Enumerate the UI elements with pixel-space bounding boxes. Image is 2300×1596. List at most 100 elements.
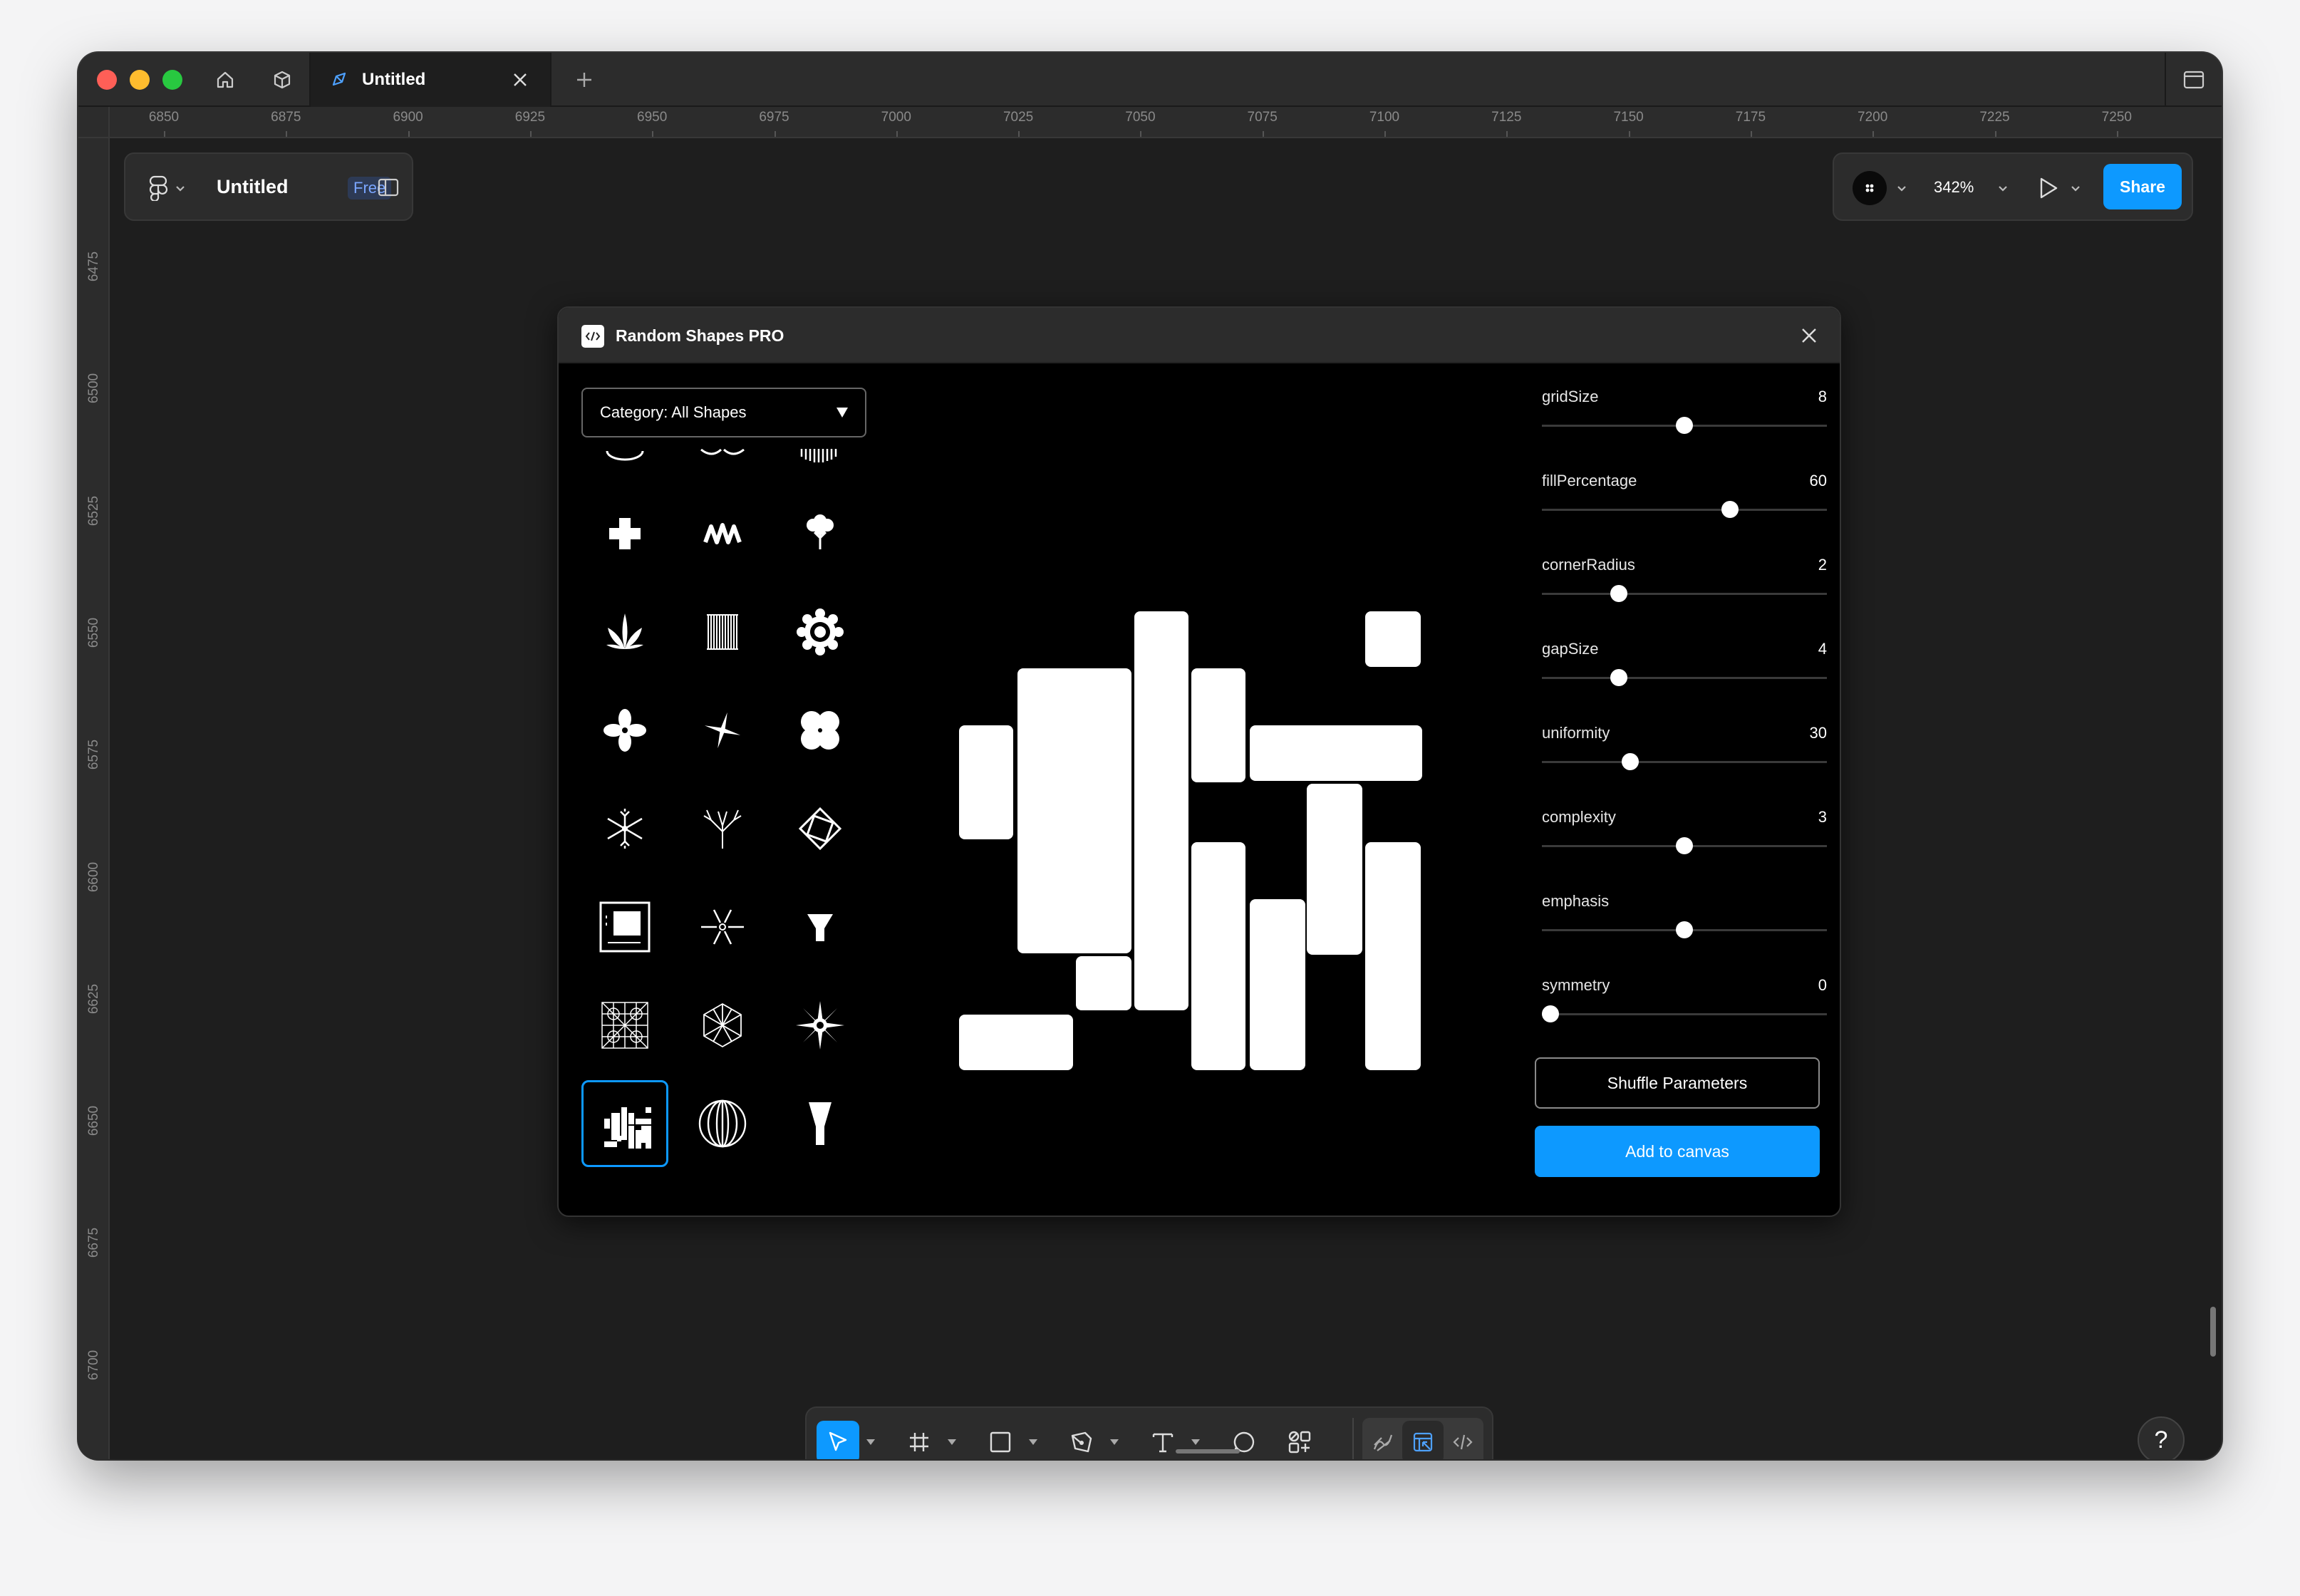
zoom-window-button[interactable] <box>162 70 182 90</box>
chevron-down-icon[interactable] <box>1191 1439 1200 1445</box>
sidebar-toggle-icon[interactable] <box>2165 53 2222 107</box>
cube-icon[interactable] <box>268 66 296 94</box>
gallery-item[interactable] <box>777 449 864 486</box>
preview-block <box>1017 668 1131 953</box>
help-button[interactable]: ? <box>2138 1416 2185 1459</box>
cross-icon[interactable] <box>581 490 668 577</box>
file-name[interactable]: Untitled <box>217 176 289 198</box>
burst-icon[interactable] <box>679 884 766 970</box>
param-value-uniformity: 30 <box>1809 724 1827 742</box>
param-label-gridSize: gridSize <box>1542 388 1599 405</box>
chevron-down-icon[interactable] <box>175 185 185 192</box>
chevron-down-icon[interactable] <box>866 1439 875 1445</box>
sphere-icon[interactable] <box>679 1080 766 1167</box>
design-file-icon <box>332 72 346 86</box>
hash-icon <box>910 1433 928 1451</box>
cube-outline-icon[interactable] <box>777 785 864 872</box>
leaf-icon[interactable] <box>581 589 668 675</box>
shuffle-parameters-button[interactable]: Shuffle Parameters <box>1535 1057 1820 1109</box>
share-button[interactable]: Share <box>2103 164 2182 209</box>
funnel-icon[interactable] <box>777 884 864 970</box>
param-slider-uniformity[interactable] <box>1542 761 1827 763</box>
ruler-x-label: 7125 <box>1491 110 1522 125</box>
home-icon[interactable] <box>211 66 239 94</box>
gallery-item[interactable] <box>679 449 766 486</box>
code-icon <box>581 325 604 348</box>
stripes-icon[interactable] <box>679 589 766 675</box>
param-slider-gapSize[interactable] <box>1542 677 1827 679</box>
param-slider-fillPercentage[interactable] <box>1542 509 1827 511</box>
move-tool[interactable] <box>817 1421 859 1459</box>
category-select[interactable]: Category: All Shapes <box>581 388 866 437</box>
preview-block <box>1191 668 1245 782</box>
flower-icon[interactable] <box>581 687 668 774</box>
draw-mode[interactable] <box>1362 1421 1404 1459</box>
ruler-x-label: 7225 <box>1979 110 2010 125</box>
gallery-item[interactable] <box>581 449 668 486</box>
ruler-tick <box>1750 131 1752 137</box>
param-label-complexity: complexity <box>1542 808 1616 826</box>
vertical-scrollbar[interactable] <box>2210 1307 2216 1357</box>
frame-tool[interactable] <box>898 1421 941 1459</box>
ruler-tick <box>896 131 898 137</box>
close-window-button[interactable] <box>97 70 117 90</box>
chevron-down-icon[interactable] <box>1897 185 1907 192</box>
tab-title: Untitled <box>362 70 426 89</box>
ruler-tick <box>1872 131 1875 137</box>
ruler-x-label: 6925 <box>514 110 546 125</box>
hexagon-icon[interactable] <box>679 982 766 1069</box>
chevron-down-icon[interactable] <box>1998 185 2008 192</box>
preview-block <box>1191 842 1245 1070</box>
minimize-window-button[interactable] <box>130 70 150 90</box>
grid-shapes-icon[interactable] <box>581 1080 668 1167</box>
mode-switcher <box>1362 1418 1483 1459</box>
chevron-down-icon[interactable] <box>2071 185 2081 192</box>
figma-logo-icon[interactable] <box>148 175 168 201</box>
panel-toggle-icon[interactable] <box>378 178 399 197</box>
lattice-icon[interactable] <box>581 982 668 1069</box>
multiplayer-avatar[interactable] <box>1853 171 1887 205</box>
tab-untitled[interactable]: Untitled <box>309 53 551 107</box>
shape-tool[interactable] <box>979 1421 1022 1459</box>
frame-icon[interactable] <box>581 884 668 970</box>
design-mode[interactable] <box>1402 1421 1444 1459</box>
slider-thumb-uniformity[interactable] <box>1622 753 1639 770</box>
chevron-down-icon[interactable] <box>1029 1439 1037 1445</box>
plus-icon[interactable] <box>570 66 599 94</box>
slider-thumb-gridSize[interactable] <box>1676 417 1693 434</box>
cup-icon[interactable] <box>777 1080 864 1167</box>
chevron-down-icon[interactable] <box>1110 1439 1119 1445</box>
param-label-emphasis: emphasis <box>1542 892 1610 910</box>
branch-icon[interactable] <box>679 785 766 872</box>
wave-icon[interactable] <box>679 490 766 577</box>
blob-icon[interactable] <box>777 687 864 774</box>
pen-tool[interactable] <box>1060 1421 1103 1459</box>
param-value-gapSize: 4 <box>1818 640 1827 658</box>
zoom-level[interactable]: 342% <box>1934 178 1974 197</box>
tree-icon[interactable] <box>777 490 864 577</box>
sparkle-icon[interactable] <box>679 687 766 774</box>
param-slider-symmetry[interactable] <box>1542 1013 1827 1015</box>
plugin-title: Random Shapes PRO <box>616 326 784 345</box>
ruler-y-label: 6500 <box>86 373 101 404</box>
slider-thumb-gapSize[interactable] <box>1610 669 1627 686</box>
snowflake-icon[interactable] <box>581 785 668 872</box>
mandala-icon[interactable] <box>777 589 864 675</box>
slider-thumb-emphasis[interactable] <box>1676 921 1693 938</box>
code-icon <box>1453 1434 1473 1450</box>
dev-mode[interactable] <box>1442 1421 1483 1459</box>
param-label-symmetry: symmetry <box>1542 976 1610 994</box>
close-icon[interactable] <box>509 68 532 91</box>
actions-tool[interactable] <box>1278 1421 1321 1459</box>
slider-thumb-cornerRadius[interactable] <box>1610 585 1627 602</box>
slider-thumb-symmetry[interactable] <box>1542 1005 1559 1022</box>
starburst-icon[interactable] <box>777 982 864 1069</box>
chevron-down-icon[interactable] <box>948 1439 956 1445</box>
horizontal-scrollbar[interactable] <box>1176 1449 1240 1454</box>
param-slider-cornerRadius[interactable] <box>1542 593 1827 595</box>
slider-thumb-complexity[interactable] <box>1676 837 1693 854</box>
ruler-x-label: 7150 <box>1613 110 1644 125</box>
play-icon[interactable] <box>2035 175 2061 201</box>
slider-thumb-fillPercentage[interactable] <box>1721 501 1739 518</box>
add-to-canvas-button[interactable]: Add to canvas <box>1535 1126 1820 1177</box>
